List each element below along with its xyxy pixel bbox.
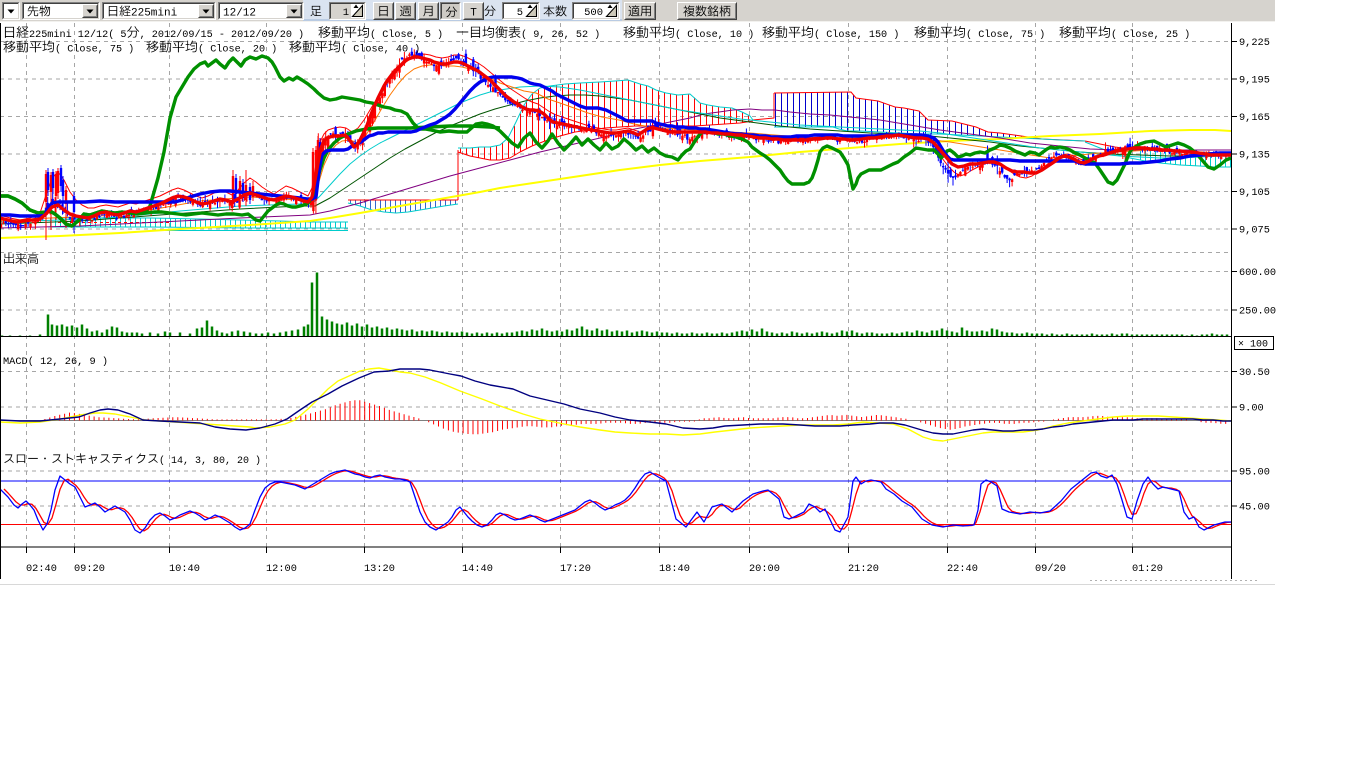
svg-text:02:40: 02:40 xyxy=(26,563,57,575)
svg-text:9,195: 9,195 xyxy=(1239,75,1270,87)
svg-text:10:40: 10:40 xyxy=(169,563,200,575)
svg-text:21:20: 21:20 xyxy=(848,563,879,575)
svg-text:( Close, 75 ): ( Close, 75 ) xyxy=(55,44,134,56)
svg-text:( Close, 75 ): ( Close, 75 ) xyxy=(966,29,1045,41)
svg-text:9,105: 9,105 xyxy=(1239,187,1270,199)
svg-text:1: 1 xyxy=(343,7,349,19)
svg-text:09/20: 09/20 xyxy=(1035,563,1066,575)
svg-text:MACD( 12, 26, 9 ): MACD( 12, 26, 9 ) xyxy=(3,356,108,368)
svg-text:09:20: 09:20 xyxy=(74,563,105,575)
svg-text:600.00: 600.00 xyxy=(1239,267,1276,279)
svg-text:( Close, 10 ): ( Close, 10 ) xyxy=(675,29,754,41)
svg-text:T: T xyxy=(470,8,477,20)
svg-text:5: 5 xyxy=(517,7,523,19)
svg-text:( Close, 150 ): ( Close, 150 ) xyxy=(814,29,899,41)
svg-text:20:00: 20:00 xyxy=(749,563,780,575)
svg-text:12:00: 12:00 xyxy=(266,563,297,575)
svg-text:13:20: 13:20 xyxy=(364,563,395,575)
svg-text:( Close, 40 ): ( Close, 40 ) xyxy=(341,44,420,56)
svg-text:9,135: 9,135 xyxy=(1239,150,1270,162)
svg-text:, 2012/09/15 - 2012/09/20 ): , 2012/09/15 - 2012/09/20 ) xyxy=(140,29,305,41)
svg-text:17:20: 17:20 xyxy=(560,563,591,575)
svg-text:225mini 12/12( 5: 225mini 12/12( 5 xyxy=(29,29,127,41)
svg-text:( 14, 3, 80, 20 ): ( 14, 3, 80, 20 ) xyxy=(159,455,261,467)
svg-text:( 9, 26, 52 ): ( 9, 26, 52 ) xyxy=(521,29,600,41)
svg-text:500: 500 xyxy=(584,7,603,19)
svg-text:9,075: 9,075 xyxy=(1239,225,1270,237)
svg-text:14:40: 14:40 xyxy=(462,563,493,575)
svg-text:45.00: 45.00 xyxy=(1239,502,1270,514)
svg-text:18:40: 18:40 xyxy=(659,563,690,575)
svg-text:30.50: 30.50 xyxy=(1239,367,1270,379)
svg-text:( Close, 20 ): ( Close, 20 ) xyxy=(198,44,277,56)
svg-text:225mini: 225mini xyxy=(131,8,178,20)
svg-text:01:20: 01:20 xyxy=(1132,563,1163,575)
svg-text:9,225: 9,225 xyxy=(1239,37,1270,49)
svg-text:250.00: 250.00 xyxy=(1239,306,1276,318)
svg-text:12/12: 12/12 xyxy=(223,8,256,20)
svg-text:9.00: 9.00 xyxy=(1239,403,1264,415)
svg-text:( Close, 5 ): ( Close, 5 ) xyxy=(370,29,443,41)
svg-text:95.00: 95.00 xyxy=(1239,467,1270,479)
svg-text:9,165: 9,165 xyxy=(1239,112,1270,124)
svg-text:× 100: × 100 xyxy=(1238,340,1268,351)
svg-text:22:40: 22:40 xyxy=(947,563,978,575)
svg-text:( Close, 25 ): ( Close, 25 ) xyxy=(1111,29,1190,41)
